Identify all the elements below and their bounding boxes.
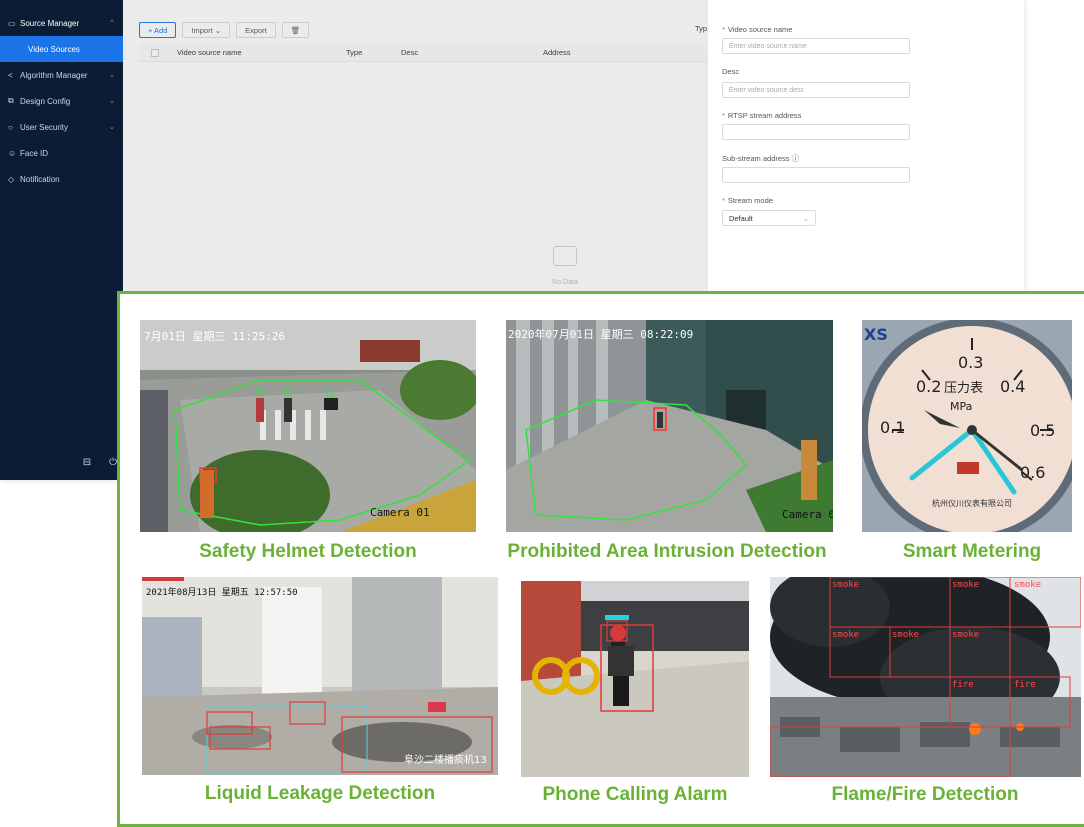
helmet-camera-label: Camera 01: [370, 506, 430, 519]
sidebar-item-notification[interactable]: ◇ Notification: [0, 166, 123, 192]
share-icon: <: [8, 70, 13, 80]
fire-label: fire: [952, 680, 974, 690]
bell-icon: ◇: [8, 174, 15, 184]
caption-phone: Phone Calling Alarm: [542, 784, 728, 805]
meter-tick: 0.1: [880, 418, 905, 437]
power-icon[interactable]: ⏻: [109, 457, 117, 468]
smoke-label: smoke: [892, 630, 919, 640]
field-label: * Stream mode: [722, 196, 773, 205]
chevron-up-icon: ⌃: [109, 20, 115, 27]
sidebar-item-face-id[interactable]: ☺ Face ID: [0, 140, 123, 166]
smoke-label: smoke: [952, 580, 979, 590]
meter-tick: 0.5: [1030, 421, 1055, 440]
meter-tick: 0.4: [1000, 377, 1025, 396]
field-label: Sub-stream address ⓘ: [722, 154, 800, 163]
field-label: * Video source name: [722, 25, 793, 34]
showcase-panel: 7月01日 星期三 11:25:26 Camera 01 Safety Helm…: [117, 291, 1084, 827]
fire-detection-image: smoke smoke smoke smoke smoke smoke fire…: [770, 577, 1081, 777]
sidebar-item-algorithm-manager[interactable]: < Algorithm Manager ⌄: [0, 62, 123, 88]
fire-label: fire: [1014, 680, 1036, 690]
sidebar: ▭ Source Manager ⌃ Video Sources < Algor…: [0, 0, 123, 480]
caption-helmet: Safety Helmet Detection: [199, 541, 417, 562]
meter-tick: 0.6: [1020, 463, 1045, 482]
sidebar-item-video-sources[interactable]: Video Sources: [0, 36, 123, 62]
meter-tick: 0.2: [916, 377, 941, 396]
phone-calling-image: [521, 581, 749, 777]
sidebar-footer: ⊟ ⏻: [0, 457, 123, 468]
smoke-label: smoke: [832, 580, 859, 590]
chevron-down-icon: ⌄: [802, 213, 809, 223]
intrusion-detection-image: 2020年07月01日 星期三 08:22:09 Camera 0: [506, 320, 833, 532]
sidebar-item-source-manager[interactable]: ▭ Source Manager ⌃: [0, 10, 123, 36]
sidebar-item-user-security[interactable]: ○ User Security ⌄: [0, 114, 123, 140]
smoke-label: smoke: [1014, 580, 1041, 590]
helmet-timestamp: 7月01日 星期三 11:25:26: [144, 330, 285, 343]
caption-intrusion: Prohibited Area Intrusion Detection: [507, 541, 827, 562]
info-icon: ⓘ: [789, 154, 800, 163]
meter-tick: 0.3: [958, 353, 983, 372]
sidebar-item-design-config[interactable]: ⧉ Design Config ⌄: [0, 88, 123, 114]
sub-stream-address-input[interactable]: [722, 167, 910, 183]
chevron-down-icon: ⌄: [109, 124, 115, 131]
monitor-icon[interactable]: ⊟: [83, 457, 91, 468]
smoke-label: smoke: [952, 630, 979, 640]
helmet-detection-image: 7月01日 星期三 11:25:26 Camera 01: [140, 320, 476, 532]
field-label: * RTSP stream address: [722, 111, 802, 120]
desc-input[interactable]: Enter video source desc: [722, 82, 910, 98]
meter-maker: 杭州仪川仪表有限公司: [932, 498, 1012, 508]
meter-mpa: MPa: [950, 400, 972, 413]
shield-icon: ○: [8, 122, 13, 132]
leakage-detection-image: 2021年08月13日 星期五 12:57:50 阜沙二楼播痰机13: [142, 577, 498, 775]
video-icon: ▭: [8, 18, 16, 28]
smart-meter-image: 0.1 0.2 0.3 0.4 0.5 0.6 压力表 MPa 杭州仪川仪表有限…: [862, 320, 1072, 532]
leak-timestamp: 2021年08月13日 星期五 12:57:50: [146, 586, 298, 598]
face-icon: ☺: [8, 148, 17, 158]
chevron-down-icon: ⌄: [109, 72, 115, 79]
smoke-label: smoke: [832, 630, 859, 640]
rtsp-address-input[interactable]: [722, 124, 910, 140]
meter-unit: 压力表: [944, 381, 983, 396]
stream-mode-select[interactable]: Default ⌄: [722, 210, 816, 226]
layers-icon: ⧉: [8, 96, 14, 105]
intrusion-timestamp: 2020年07月01日 星期三 08:22:09: [508, 327, 693, 341]
field-label: Desc: [722, 67, 740, 76]
leak-camera-label: 阜沙二楼播痰机13: [404, 753, 487, 766]
caption-metering: Smart Metering: [902, 541, 1042, 562]
meter-brand: XS: [864, 325, 888, 344]
video-source-name-input[interactable]: Enter video source name: [722, 38, 910, 54]
caption-fire: Flame/Fire Detection: [831, 784, 1019, 805]
caption-leakage: Liquid Leakage Detection: [204, 783, 436, 804]
intrusion-camera-label: Camera 0: [782, 508, 833, 521]
chevron-down-icon: ⌄: [109, 98, 115, 105]
